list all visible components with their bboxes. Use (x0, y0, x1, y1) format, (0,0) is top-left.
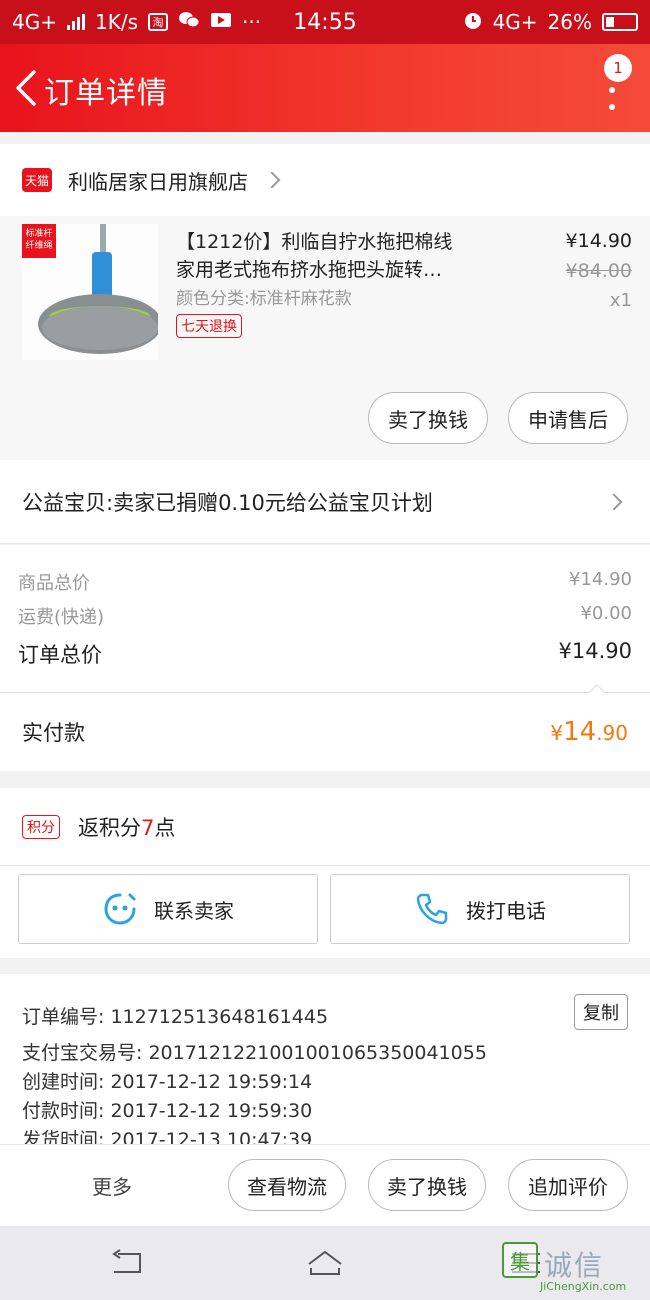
after-sale-button[interactable]: 申请售后 (508, 392, 628, 444)
product-price: ¥14.90 (565, 230, 632, 252)
chat-face-icon (104, 893, 136, 925)
order-total-label: 订单总价 (18, 643, 102, 667)
call-phone-label: 拨打电话 (466, 898, 546, 923)
charity-text: 公益宝贝:卖家已捐赠0.10元给公益宝贝计划 (22, 490, 433, 515)
home-nav-icon[interactable] (305, 1248, 345, 1278)
order-total-value: ¥14.90 (558, 639, 632, 663)
created-time: 创建时间: 2017-12-12 19:59:14 (22, 1071, 313, 1093)
product-image[interactable]: 标准杆 纤维绳 (22, 224, 158, 360)
back-nav-icon[interactable] (108, 1248, 144, 1278)
charity-row[interactable]: 公益宝贝:卖家已捐赠0.10元给公益宝贝计划 (0, 460, 650, 544)
copy-button[interactable]: 复制 (574, 994, 628, 1030)
product-title-line1: 【1212价】利临自拧水拖把棉线 (176, 231, 453, 253)
chevron-right-icon (263, 171, 281, 189)
points-tag: 积分 (22, 814, 60, 839)
order-info: 订单编号: 112712513648161445 复制 支付宝交易号: 2017… (0, 974, 650, 1144)
more-link[interactable]: 更多 (92, 1171, 132, 1200)
page-title: 订单详情 (44, 76, 168, 111)
return-policy-badge: 七天退换 (176, 314, 242, 338)
notification-badge: 1 (604, 54, 632, 82)
watermark-logo: 集 诚信 JiChengXin.com (502, 1242, 642, 1296)
points-row: 积分 返积分7点 (0, 788, 650, 866)
contact-seller-button[interactable]: 联系卖家 (18, 874, 318, 944)
product-original-price: ¥84.00 (565, 260, 632, 282)
points-suffix: 点 (154, 815, 176, 840)
call-phone-button[interactable]: 拨打电话 (330, 874, 630, 944)
clock: 14:55 (293, 9, 357, 35)
product-item: 标准杆 纤维绳 【1212价】利临自拧水拖把棉线 家用老式拖布挤水拖把头旋转… … (0, 216, 650, 460)
product-variant: 颜色分类:标准杆麻花款 (176, 289, 352, 309)
paid-label: 实付款 (22, 721, 85, 745)
points-count: 7 (141, 815, 155, 840)
contact-buttons: 联系卖家 拨打电话 (0, 866, 650, 958)
paid-time: 付款时间: 2017-12-12 19:59:30 (22, 1100, 313, 1122)
tmall-icon: 天猫 (22, 168, 52, 192)
paid-amount-row: 实付款 ¥14.90 (0, 693, 650, 771)
sell-again-button[interactable]: 卖了换钱 (368, 1159, 486, 1211)
image-tag: 标准杆 纤维绳 (22, 224, 56, 258)
product-quantity: x1 (609, 290, 632, 311)
points-text: 返积分7点 (78, 812, 175, 842)
watermark-mark: 集 (502, 1242, 538, 1278)
price-summary: 商品总价 ¥14.90 运费(快递) ¥0.00 订单总价 ¥14.90 (0, 545, 650, 704)
bottom-action-bar: 更多 查看物流 卖了换钱 追加评价 (0, 1144, 650, 1226)
watermark-text: 诚信 (544, 1249, 605, 1282)
back-arrow-icon[interactable] (12, 68, 42, 108)
shipping-value: ¥0.00 (580, 603, 632, 624)
shipped-time: 发货时间: 2017-12-13 10:47:39 (22, 1129, 313, 1144)
store-row[interactable]: 天猫 利临居家日用旗舰店 (0, 144, 650, 216)
sell-button[interactable]: 卖了换钱 (368, 392, 488, 444)
paid-amount: ¥14.90 (550, 717, 628, 747)
paid-integer: 14 (563, 717, 597, 747)
shipping-label: 运费(快递) (18, 607, 105, 628)
alipay-number: 支付宝交易号: 2017121221001001065350041055 (22, 1042, 487, 1064)
phone-icon (416, 893, 448, 925)
goods-total-value: ¥14.90 (569, 569, 632, 590)
add-review-button[interactable]: 追加评价 (508, 1159, 628, 1211)
order-number: 订单编号: 112712513648161445 (22, 1006, 329, 1028)
points-prefix: 返积分 (78, 815, 141, 840)
store-name: 利临居家日用旗舰店 (68, 169, 248, 194)
view-logistics-button[interactable]: 查看物流 (228, 1159, 346, 1211)
status-bar: 4G+ 1K/s 淘 ··· 14:55 4G+ 26% (0, 0, 650, 44)
paid-decimal: .90 (596, 721, 628, 745)
chevron-right-icon (605, 493, 623, 511)
product-title[interactable]: 【1212价】利临自拧水拖把棉线 家用老式拖布挤水拖把头旋转… (176, 228, 496, 284)
watermark-url: JiChengXin.com (540, 1280, 627, 1293)
contact-seller-label: 联系卖家 (154, 898, 234, 923)
product-title-line2: 家用老式拖布挤水拖把头旋转… (176, 259, 443, 281)
currency-symbol: ¥ (550, 721, 564, 745)
goods-total-label: 商品总价 (18, 573, 90, 594)
page-header: 订单详情 1 (0, 44, 650, 132)
battery-icon (602, 13, 638, 31)
